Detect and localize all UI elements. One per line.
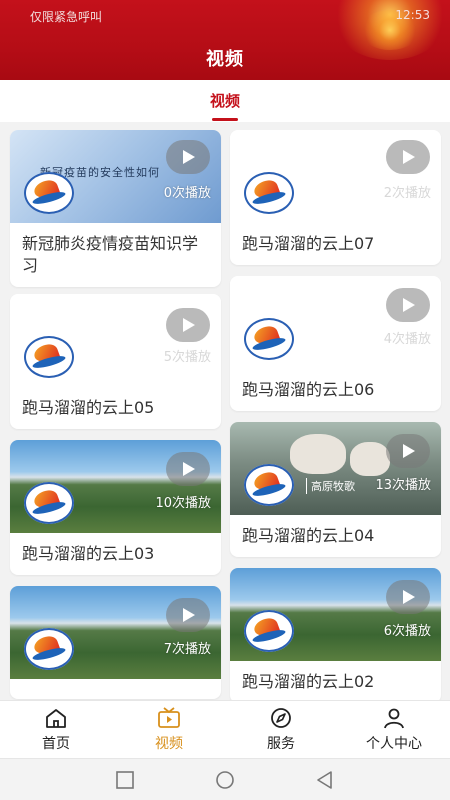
channel-logo-icon [244,318,294,360]
play-count: 10次播放 [155,496,211,511]
system-navigation-bar [0,758,450,800]
tab-indicator [212,118,238,121]
app-header: 仅限紧急呼叫 12:53 视频 [0,0,450,80]
nav-video[interactable]: 视频 [124,707,214,753]
back-icon[interactable] [315,771,335,789]
tab-video[interactable]: 视频 [0,90,450,111]
channel-logo-icon [24,336,74,378]
play-icon[interactable] [166,598,210,632]
video-icon [158,707,180,728]
page-title: 视频 [206,49,244,70]
status-bar: 仅限紧急呼叫 12:53 [0,4,450,26]
video-thumbnail: 新冠疫苗的安全性如何 0次播放 [10,130,221,223]
video-card[interactable]: 10次播放 跑马溜溜的云上03 [10,440,221,575]
play-count: 7次播放 [163,642,211,657]
nav-label: 首页 [42,736,70,752]
nav-label: 视频 [155,736,183,752]
play-icon[interactable] [386,580,430,614]
play-count: 0次播放 [163,186,211,201]
video-card[interactable]: 4次播放 跑马溜溜的云上06 [230,276,441,411]
video-thumbnail: 高原牧歌 13次播放 [230,422,441,515]
channel-logo-icon [24,482,74,524]
sheep-image [350,442,390,476]
user-icon [384,708,404,729]
channel-logo-icon [24,172,74,214]
play-icon[interactable] [166,308,210,342]
play-count: 2次播放 [383,186,431,201]
video-title: 跑马溜溜的云上03 [22,544,155,563]
home-icon [46,709,66,728]
video-thumbnail: 5次播放 [10,294,221,387]
play-icon[interactable] [386,288,430,322]
video-grid: 新冠疫苗的安全性如何 0次播放 新冠肺炎疫情疫苗知识学习 2次播放 跑马溜溜的云… [0,122,450,700]
channel-logo-icon [244,464,294,506]
channel-logo-icon [244,610,294,652]
video-title: 跑马溜溜的云上05 [22,398,155,417]
video-thumbnail: 7次播放 [10,586,221,679]
video-thumbnail: 2次播放 [230,130,441,223]
nav-label: 服务 [267,736,295,752]
play-icon[interactable] [166,452,210,486]
thumbnail-caption: 高原牧歌 [306,478,355,494]
nav-profile[interactable]: 个人中心 [349,707,439,753]
video-card[interactable]: 2次播放 跑马溜溜的云上07 [230,130,441,265]
play-count: 5次播放 [163,350,211,365]
video-card[interactable]: 7次播放 [10,586,221,699]
play-icon[interactable] [166,140,210,174]
home-circle-icon[interactable] [214,771,236,789]
video-card[interactable]: 高原牧歌 13次播放 跑马溜溜的云上04 [230,422,441,557]
sheep-image [290,434,346,474]
video-title: 跑马溜溜的云上07 [242,234,375,253]
play-count: 4次播放 [383,332,431,347]
video-title [10,679,221,699]
video-card[interactable]: 5次播放 跑马溜溜的云上05 [10,294,221,429]
video-thumbnail: 6次播放 [230,568,441,661]
video-thumbnail: 4次播放 [230,276,441,369]
video-title: 跑马溜溜的云上02 [242,672,375,691]
tab-bar: 视频 [0,80,450,122]
channel-logo-icon [24,628,74,670]
video-title: 跑马溜溜的云上04 [242,526,375,545]
bottom-navigation: 首页 视频 服务 个人中心 [0,700,450,758]
recent-apps-icon[interactable] [115,771,135,789]
nav-home[interactable]: 首页 [11,707,101,753]
nav-label: 个人中心 [366,736,422,752]
video-title: 新冠肺炎疫情疫苗知识学习 [22,234,199,275]
play-count: 13次播放 [375,478,431,493]
video-title: 跑马溜溜的云上06 [242,380,375,399]
video-card[interactable]: 6次播放 跑马溜溜的云上02 [230,568,441,700]
play-count: 6次播放 [383,624,431,639]
nav-service[interactable]: 服务 [236,707,326,753]
compass-icon [271,708,291,728]
video-card[interactable]: 新冠疫苗的安全性如何 0次播放 新冠肺炎疫情疫苗知识学习 [10,130,221,287]
channel-logo-icon [244,172,294,214]
clock: 12:53 [395,8,430,22]
play-icon[interactable] [386,140,430,174]
carrier-text: 仅限紧急呼叫 [30,10,103,24]
video-thumbnail: 10次播放 [10,440,221,533]
play-icon[interactable] [386,434,430,468]
